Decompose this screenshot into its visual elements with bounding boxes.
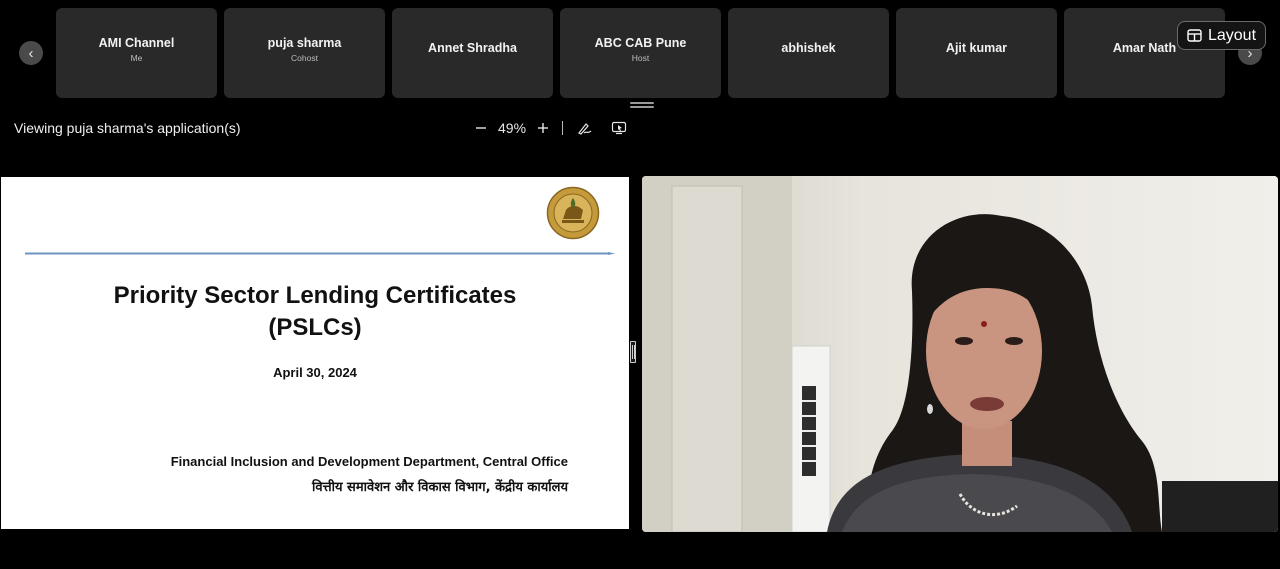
- participant-name: AMI Channel: [98, 35, 175, 50]
- slide-title-line: (PSLCs): [268, 314, 362, 341]
- participant-role: Me: [130, 52, 143, 63]
- remote-control-icon: [611, 121, 627, 135]
- rbi-seal-icon: [546, 186, 600, 240]
- participants-strip: ‹ AMI Channel Me puja sharma Cohost Anne…: [0, 0, 1280, 104]
- participant-tile[interactable]: Ajit kumar: [896, 8, 1057, 98]
- minus-icon: [476, 127, 486, 129]
- participant-tile[interactable]: ABC CAB Pune Host: [560, 8, 721, 98]
- zoom-controls: 49%: [472, 116, 630, 140]
- remote-control-button[interactable]: [608, 118, 630, 138]
- annotate-button[interactable]: [574, 118, 596, 138]
- participant-name: puja sharma: [267, 35, 342, 50]
- pen-icon: [578, 123, 592, 135]
- slide-title-line: Priority Sector Lending Certificates: [113, 282, 517, 309]
- viewing-label: Viewing puja sharma's application(s): [14, 120, 241, 136]
- participant-name: Amar Nath: [1112, 40, 1177, 55]
- zoom-out-button[interactable]: [472, 118, 490, 138]
- participant-role: Cohost: [291, 52, 318, 63]
- strip-resize-handle[interactable]: [630, 102, 654, 108]
- zoom-in-button[interactable]: [534, 118, 552, 138]
- speaker-video[interactable]: [642, 176, 1278, 532]
- pane-splitter[interactable]: [630, 341, 636, 363]
- arrow-divider: [25, 252, 615, 255]
- participant-role: Host: [631, 52, 650, 63]
- layout-label: Layout: [1207, 26, 1257, 44]
- zoom-level: 49%: [498, 120, 527, 136]
- participant-tile[interactable]: AMI Channel Me: [56, 8, 217, 98]
- participant-name: abhishek: [781, 40, 836, 55]
- chevron-left-icon[interactable]: ‹: [19, 41, 43, 65]
- layout-icon: [1187, 29, 1202, 42]
- plus-icon: [538, 123, 549, 133]
- participant-tile[interactable]: puja sharma Cohost: [224, 8, 385, 98]
- speaker-video-frame: [642, 176, 1278, 532]
- slide-date: April 30, 2024: [273, 365, 357, 380]
- toolbar-divider: [562, 121, 564, 135]
- department-hindi: वित्तीय समावेशन और विकास विभाग, केंद्रीय…: [312, 480, 568, 495]
- participant-name: Ajit kumar: [945, 40, 1008, 55]
- department-english: Financial Inclusion and Development Depa…: [170, 454, 568, 469]
- slide-title: Priority Sector Lending Certificates (PS…: [1, 280, 629, 344]
- participant-tile[interactable]: Annet Shradha: [392, 8, 553, 98]
- shared-screen[interactable]: Priority Sector Lending Certificates (PS…: [1, 177, 629, 529]
- layout-button[interactable]: Layout: [1177, 21, 1266, 50]
- participant-name: ABC CAB Pune: [594, 35, 687, 50]
- participant-name: Annet Shradha: [428, 40, 517, 55]
- participant-tile[interactable]: abhishek: [728, 8, 889, 98]
